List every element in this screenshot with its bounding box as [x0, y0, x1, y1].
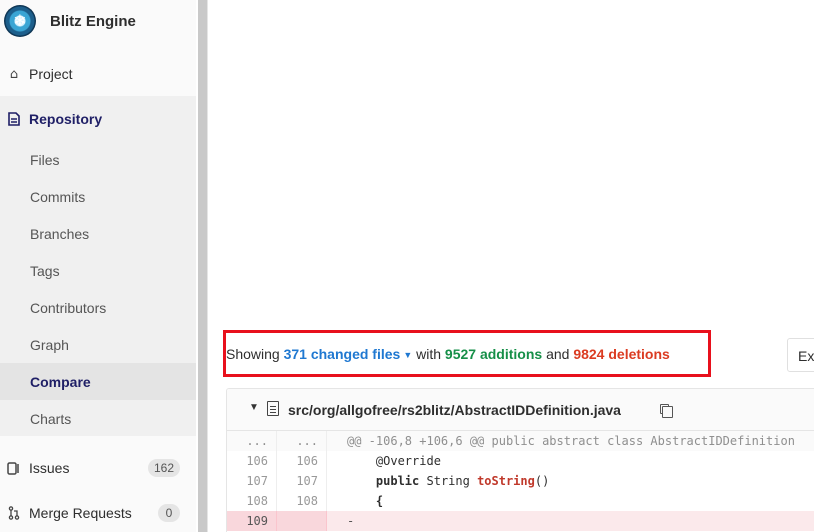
additions-count: 9527 additions: [444, 346, 543, 362]
sidebar-subitem-label: Files: [30, 151, 60, 168]
issues-icon: [6, 460, 22, 476]
sidebar-subitem-label: Tags: [30, 262, 60, 279]
code-text: -: [347, 514, 355, 528]
old-line-number[interactable]: 107: [227, 471, 277, 491]
sidebar-subitem-branches[interactable]: Branches: [0, 215, 196, 252]
hunk-header: @@ -106,8 +106,6 @@ public abstract clas…: [347, 434, 795, 448]
sidebar-subitem-compare[interactable]: Compare: [0, 363, 196, 400]
code-line: public String toString(): [327, 471, 814, 491]
sidebar-item-issues[interactable]: Issues 162: [0, 448, 196, 488]
code-line: @Override: [327, 451, 814, 471]
file-path[interactable]: src/org/allgofree/rs2blitz/AbstractIDDef…: [288, 402, 621, 418]
sidebar-subitem-commits[interactable]: Commits: [0, 178, 196, 215]
merge-request-icon: [6, 505, 22, 521]
sidebar-subitem-label: Contributors: [30, 299, 107, 316]
sidebar-item-repository[interactable]: Repository: [0, 99, 196, 139]
sidebar-item-label: Merge Requests: [29, 505, 132, 521]
merge-requests-count-badge: 0: [158, 504, 180, 522]
file-icon: [267, 401, 279, 416]
old-line-number[interactable]: ...: [227, 431, 277, 451]
sidebar-subitem-label: Graph: [30, 336, 69, 353]
summary-and: and: [546, 346, 570, 362]
changed-files-dropdown[interactable]: 371 changed files ▼: [284, 346, 413, 362]
sidebar-subitem-label: Commits: [30, 188, 86, 205]
code-text: @Override: [375, 454, 441, 468]
sidebar-subitem-contributors[interactable]: Contributors: [0, 289, 196, 326]
code-text: {: [375, 494, 384, 508]
sidebar-subitem-tags[interactable]: Tags: [0, 252, 196, 289]
collapse-toggle-icon[interactable]: ▼: [249, 402, 259, 413]
new-line-number[interactable]: [277, 511, 327, 531]
code-keyword: public: [375, 474, 420, 488]
code-function: toString: [477, 474, 535, 488]
diff-row: 107 107 public String toString(): [227, 471, 814, 491]
deletions-count: 9824 deletions: [573, 346, 670, 362]
project-avatar: ❄: [4, 5, 36, 37]
summary-with: with: [416, 346, 442, 362]
sidebar-subitem-label: Branches: [30, 225, 90, 242]
diff-row: 108 108 {: [227, 491, 814, 511]
sidebar-subitem-graph[interactable]: Graph: [0, 326, 196, 363]
caret-down-icon: ▼: [403, 350, 413, 360]
new-line-number[interactable]: 108: [277, 491, 327, 511]
changed-files-label: 371 changed files: [283, 346, 401, 362]
project-name: Blitz Engine: [50, 13, 136, 30]
diff-summary: Showing 371 changed files ▼ with 9527 add…: [226, 346, 670, 362]
issues-count-badge: 162: [147, 459, 180, 477]
diff-row-deleted: 109 -: [227, 511, 814, 531]
diff-row: 106 106 @Override: [227, 451, 814, 471]
code-text: (): [534, 474, 550, 488]
old-line-number[interactable]: 109: [227, 511, 277, 531]
new-line-number[interactable]: 106: [277, 451, 327, 471]
sidebar-item-project[interactable]: ⌂ Project: [0, 54, 196, 94]
diff-row-hunk: ... ... @@ -106,8 +106,6 @@ public abstr…: [227, 431, 814, 451]
file-diff: ▼ src/org/allgofree/rs2blitz/AbstractIDD…: [226, 388, 814, 532]
expand-button[interactable]: Ex: [787, 338, 814, 372]
old-line-number[interactable]: 106: [227, 451, 277, 471]
sidebar-resize-handle[interactable]: [198, 0, 207, 532]
sidebar-item-label: Issues: [29, 460, 70, 476]
copy-icon[interactable]: [660, 404, 673, 418]
sidebar-subitem-files[interactable]: Files: [0, 141, 196, 178]
summary-prefix: Showing: [226, 346, 280, 362]
diff-table: ... ... @@ -106,8 +106,6 @@ public abstr…: [227, 431, 814, 531]
sidebar-item-label: Project: [29, 66, 73, 82]
document-icon: [6, 111, 22, 127]
sidebar-subitem-label: Compare: [30, 373, 91, 390]
code-line: {: [327, 491, 814, 511]
new-line-number[interactable]: 107: [277, 471, 327, 491]
code-line: -: [327, 511, 814, 531]
sidebar-item-merge-requests[interactable]: Merge Requests 0: [0, 493, 196, 532]
home-icon: ⌂: [9, 66, 19, 82]
snowflake-icon: ❄: [13, 11, 27, 30]
file-header: ▼ src/org/allgofree/rs2blitz/AbstractIDD…: [227, 389, 814, 431]
old-line-number[interactable]: 108: [227, 491, 277, 511]
new-line-number[interactable]: ...: [277, 431, 327, 451]
sidebar-subitem-label: Charts: [30, 410, 72, 427]
sidebar: ❄ Blitz Engine ⌂ Project Repository File…: [0, 0, 196, 532]
code-text: String: [419, 474, 478, 488]
sidebar-divider: [207, 0, 208, 532]
project-brand[interactable]: ❄ Blitz Engine: [0, 0, 196, 48]
sidebar-item-label: Repository: [29, 111, 103, 127]
sidebar-subitem-charts[interactable]: Charts: [0, 400, 196, 437]
